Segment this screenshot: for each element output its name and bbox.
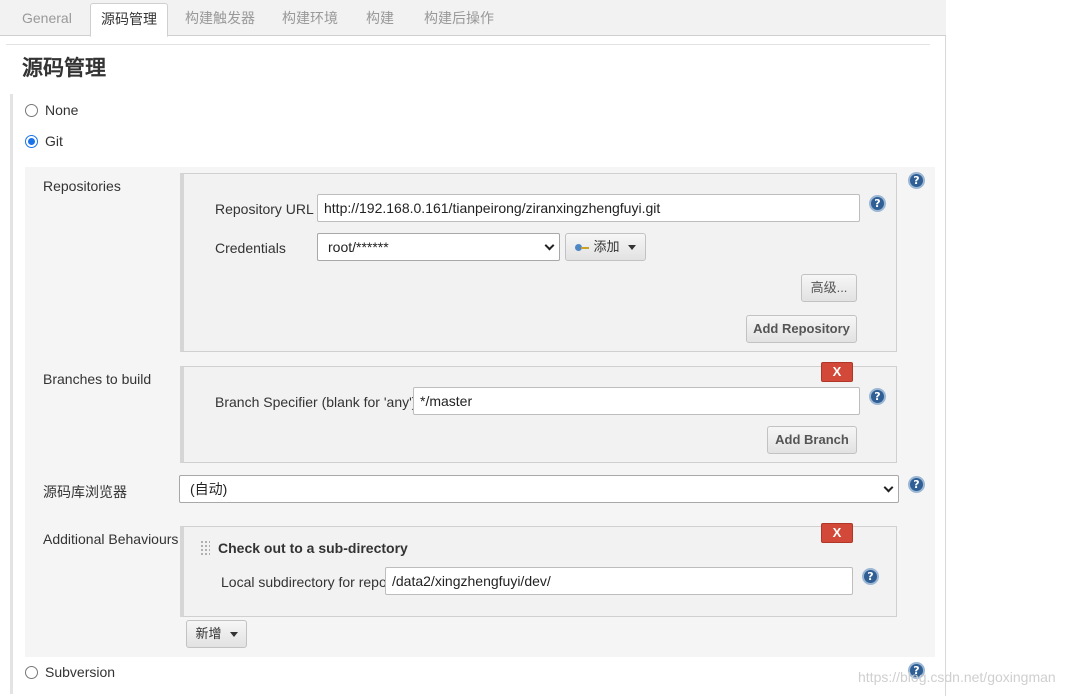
divider bbox=[6, 44, 930, 45]
tab-bar: General 源码管理 构建触发器 构建环境 构建 构建后操作 bbox=[0, 0, 946, 37]
delete-branch-button[interactable]: X bbox=[821, 362, 853, 382]
repo-browser-help-icon[interactable]: ? bbox=[908, 476, 925, 493]
branch-specifier-label: Branch Specifier (blank for 'any') bbox=[215, 394, 417, 410]
tab-build[interactable]: 构建 bbox=[366, 0, 394, 36]
add-behaviour-button[interactable]: 新增 bbox=[186, 620, 247, 648]
caret-down-icon bbox=[627, 245, 636, 251]
watermark: https://blog.csdn.net/goxingman bbox=[858, 669, 1056, 685]
tab-source-management[interactable]: 源码管理 bbox=[90, 3, 168, 37]
add-branch-button[interactable]: Add Branch bbox=[767, 426, 857, 454]
repositories-help-icon[interactable]: ? bbox=[908, 172, 925, 189]
repository-url-label: Repository URL bbox=[215, 201, 314, 217]
drag-handle-icon[interactable] bbox=[200, 540, 210, 556]
add-repository-button[interactable]: Add Repository bbox=[746, 315, 857, 343]
section-left-bar bbox=[10, 94, 13, 694]
key-icon bbox=[575, 243, 590, 251]
add-credentials-button[interactable]: 添加 bbox=[565, 233, 646, 261]
tab-post-build-actions[interactable]: 构建后操作 bbox=[424, 0, 494, 36]
radio-subversion[interactable] bbox=[25, 665, 38, 679]
additional-behaviours-label: Additional Behaviours bbox=[43, 531, 179, 547]
delete-behaviour-button[interactable]: X bbox=[821, 523, 853, 543]
repository-url-input[interactable]: http://192.168.0.161/tianpeirong/ziranxi… bbox=[317, 194, 860, 222]
radio-subversion-label: Subversion bbox=[45, 664, 116, 680]
chevron-down-icon bbox=[544, 240, 555, 251]
add-credentials-label: 添加 bbox=[593, 239, 620, 254]
repo-browser-label: 源码库浏览器 bbox=[43, 484, 127, 500]
behaviour-title: Check out to a sub-directory bbox=[218, 540, 408, 556]
credentials-label: Credentials bbox=[215, 240, 286, 256]
radio-none-label: None bbox=[45, 102, 79, 118]
radio-git[interactable] bbox=[25, 134, 38, 148]
tab-build-triggers[interactable]: 构建触发器 bbox=[185, 0, 255, 36]
credentials-select[interactable]: root/****** bbox=[317, 233, 560, 261]
radio-git-label: Git bbox=[45, 133, 63, 149]
scm-option-git[interactable]: Git bbox=[25, 131, 63, 151]
scm-option-none[interactable]: None bbox=[25, 100, 78, 120]
subdirectory-help-icon[interactable]: ? bbox=[862, 568, 879, 585]
branches-label: Branches to build bbox=[43, 371, 152, 387]
config-page: General 源码管理 构建触发器 构建环境 构建 构建后操作 源码管理 No… bbox=[0, 0, 946, 696]
radio-none[interactable] bbox=[25, 103, 38, 117]
subdirectory-label: Local subdirectory for repo bbox=[221, 574, 387, 590]
scm-option-subversion[interactable]: Subversion bbox=[25, 662, 115, 682]
credentials-value: root/****** bbox=[328, 239, 389, 255]
branch-specifier-help-icon[interactable]: ? bbox=[869, 388, 886, 405]
tab-general[interactable]: General bbox=[22, 0, 72, 36]
branch-specifier-input[interactable]: */master bbox=[413, 387, 860, 415]
repo-browser-value: (自动) bbox=[190, 481, 228, 497]
repositories-label: Repositories bbox=[43, 178, 121, 194]
chevron-down-icon bbox=[883, 482, 894, 493]
caret-down-icon bbox=[229, 632, 238, 638]
repo-browser-select[interactable]: (自动) bbox=[179, 475, 899, 503]
subdirectory-input[interactable]: /data2/xingzhengfuyi/dev/ bbox=[385, 567, 853, 595]
advanced-button[interactable]: 高级... bbox=[801, 274, 857, 302]
tab-build-environment[interactable]: 构建环境 bbox=[282, 0, 338, 36]
add-behaviour-label: 新增 bbox=[195, 626, 222, 641]
repository-url-help-icon[interactable]: ? bbox=[869, 195, 886, 212]
section-title: 源码管理 bbox=[22, 57, 106, 80]
